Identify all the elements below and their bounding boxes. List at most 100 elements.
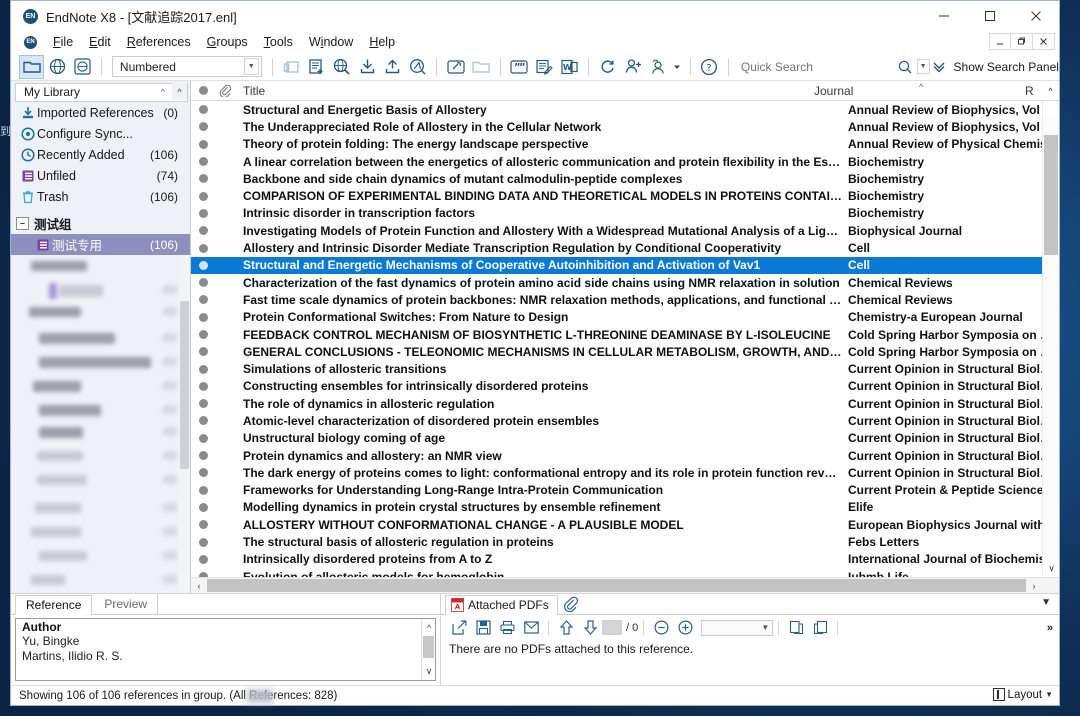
- chevron-down-icon[interactable]: ▼: [243, 58, 259, 75]
- zoom-out-icon[interactable]: [649, 617, 673, 639]
- menu-window[interactable]: Window: [301, 34, 361, 50]
- table-row[interactable]: Intrinsically disordered proteins from A…: [191, 551, 1059, 568]
- sidebar-scrollbar-thumb[interactable]: [180, 301, 189, 469]
- scroll-right-arrow-icon[interactable]: ›: [1026, 578, 1042, 594]
- read-status-dot[interactable]: [191, 312, 215, 322]
- page-down-icon[interactable]: [578, 617, 602, 639]
- table-row[interactable]: The dark energy of proteins comes to lig…: [191, 464, 1059, 481]
- table-row[interactable]: GENERAL CONCLUSIONS - TELEONOMIC MECHANI…: [191, 343, 1059, 360]
- mdi-minimize-button[interactable]: [989, 33, 1011, 50]
- reference-fields-scrollbar[interactable]: ^ ∨: [421, 619, 435, 680]
- horizontal-scrollbar-thumb[interactable]: [207, 579, 1026, 592]
- tab-attached-pdfs[interactable]: A Attached PDFs: [445, 595, 558, 615]
- menu-file[interactable]: File: [45, 34, 81, 50]
- menu-edit[interactable]: Edit: [81, 34, 119, 50]
- export-icon[interactable]: [380, 55, 405, 79]
- mdi-close-button[interactable]: [1033, 33, 1055, 50]
- sidebar-group-item-selected[interactable]: 测试专用 (106): [11, 234, 190, 255]
- print-icon[interactable]: [495, 617, 519, 639]
- open-external-icon[interactable]: [447, 617, 471, 639]
- open-library-icon[interactable]: [19, 54, 45, 79]
- toolbar-overflow-icon[interactable]: »: [1047, 622, 1053, 634]
- sidebar-item-unfiled[interactable]: Unfiled (74): [11, 165, 190, 186]
- paste-icon[interactable]: [808, 617, 832, 639]
- read-status-dot[interactable]: [191, 157, 215, 167]
- table-row[interactable]: Unstructural biology coming of age Curren…: [191, 430, 1059, 447]
- read-status-dot[interactable]: [191, 243, 215, 253]
- search-options-chevron-icon[interactable]: ▼: [916, 59, 930, 74]
- copy-icon[interactable]: [784, 617, 808, 639]
- tab-preview[interactable]: Preview: [93, 594, 159, 614]
- word-addin-icon[interactable]: W: [557, 55, 582, 79]
- read-status-dot[interactable]: [191, 416, 215, 426]
- reference-list-horizontal-scrollbar[interactable]: ‹ ›: [191, 577, 1059, 593]
- scrollbar-thumb[interactable]: [1044, 135, 1058, 255]
- read-status-dot[interactable]: [191, 139, 215, 149]
- read-status-dot[interactable]: [191, 208, 215, 218]
- table-row[interactable]: Structural and Energetic Mechanisms of C…: [191, 256, 1059, 274]
- read-status-dot[interactable]: [191, 191, 215, 201]
- table-row[interactable]: FEEDBACK CONTROL MECHANISM OF BIOSYNTHET…: [191, 326, 1059, 343]
- sidebar-scrollbar[interactable]: [179, 255, 190, 593]
- table-row[interactable]: A linear correlation between the energet…: [191, 153, 1059, 170]
- import-icon[interactable]: [354, 55, 379, 79]
- table-row[interactable]: Frameworks for Understanding Long-Range …: [191, 482, 1059, 499]
- paperclip-icon[interactable]: [558, 594, 584, 614]
- reference-list-scroll-up-button[interactable]: ^: [1042, 86, 1059, 96]
- page-up-icon[interactable]: [554, 617, 578, 639]
- table-row[interactable]: Characterization of the fast dynamics of…: [191, 274, 1059, 291]
- minimize-button[interactable]: [921, 1, 967, 31]
- search-icon[interactable]: [895, 56, 915, 78]
- read-status-dot[interactable]: [191, 260, 215, 270]
- table-row[interactable]: Protein Conformational Switches: From Na…: [191, 309, 1059, 326]
- title-column-header[interactable]: Title: [235, 84, 809, 98]
- find-full-text-icon[interactable]: [405, 55, 430, 79]
- menu-tools[interactable]: Tools: [256, 34, 301, 50]
- table-row[interactable]: Fast time scale dynamics of protein back…: [191, 291, 1059, 308]
- zoom-level-select[interactable]: ▼: [701, 619, 774, 636]
- help-icon[interactable]: ?: [697, 55, 722, 79]
- tab-reference[interactable]: Reference: [15, 595, 93, 615]
- read-status-dot[interactable]: [191, 399, 215, 409]
- reference-list-scrollbar[interactable]: ∨: [1042, 101, 1059, 577]
- chevron-down-icon[interactable]: ▼: [1045, 690, 1053, 699]
- read-status-dot[interactable]: [191, 381, 215, 391]
- search-input[interactable]: [734, 55, 895, 78]
- online-search-db-icon[interactable]: [329, 55, 354, 79]
- new-reference-icon[interactable]: [304, 55, 329, 79]
- sidebar-item-configure-sync[interactable]: Configure Sync...: [11, 123, 190, 144]
- expand-search-panel-chevron-icon[interactable]: [930, 56, 948, 78]
- menu-help[interactable]: Help: [361, 34, 403, 50]
- show-search-panel-button[interactable]: Show Search Panel: [954, 60, 1059, 74]
- paperclip-icon[interactable]: [215, 84, 235, 97]
- read-status-dot[interactable]: [191, 537, 215, 547]
- table-row[interactable]: Backbone and side chain dynamics of muta…: [191, 170, 1059, 187]
- read-status-dot[interactable]: [191, 451, 215, 461]
- menu-references[interactable]: References: [119, 34, 199, 50]
- close-button[interactable]: [1013, 1, 1059, 31]
- read-status-dot[interactable]: [191, 174, 215, 184]
- sidebar-group-set[interactable]: – 测试组: [11, 213, 190, 234]
- group-set-icon[interactable]: [279, 55, 304, 79]
- collapse-expander-icon[interactable]: –: [16, 217, 29, 230]
- zoom-in-icon[interactable]: [673, 617, 697, 639]
- table-row[interactable]: Structural and Energetic Basis of Allost…: [191, 101, 1059, 118]
- read-status-dot[interactable]: [191, 364, 215, 374]
- maximize-button[interactable]: [967, 1, 1013, 31]
- insert-citation-icon[interactable]: ””: [507, 55, 532, 79]
- online-search-mode-icon[interactable]: [70, 55, 95, 79]
- read-status-dot[interactable]: [191, 226, 215, 236]
- chevron-down-icon[interactable]: ▼: [761, 623, 769, 632]
- read-status-dot[interactable]: [191, 520, 215, 530]
- read-status-dot[interactable]: [191, 554, 215, 564]
- sync-icon[interactable]: [595, 55, 620, 79]
- layout-button[interactable]: Layout ▼: [992, 688, 1053, 701]
- table-row[interactable]: COMPARISON OF EXPERIMENTAL BINDING DATA …: [191, 187, 1059, 204]
- read-status-dot[interactable]: [191, 433, 215, 443]
- read-status-dot[interactable]: [191, 485, 215, 495]
- table-row[interactable]: Theory of protein folding: The energy la…: [191, 136, 1059, 153]
- sidebar-scroll-up-button[interactable]: ^: [172, 83, 187, 100]
- table-row[interactable]: Constructing ensembles for intrinsically…: [191, 378, 1059, 395]
- activity-feed-icon[interactable]: [646, 55, 671, 79]
- read-status-dot[interactable]: [191, 502, 215, 512]
